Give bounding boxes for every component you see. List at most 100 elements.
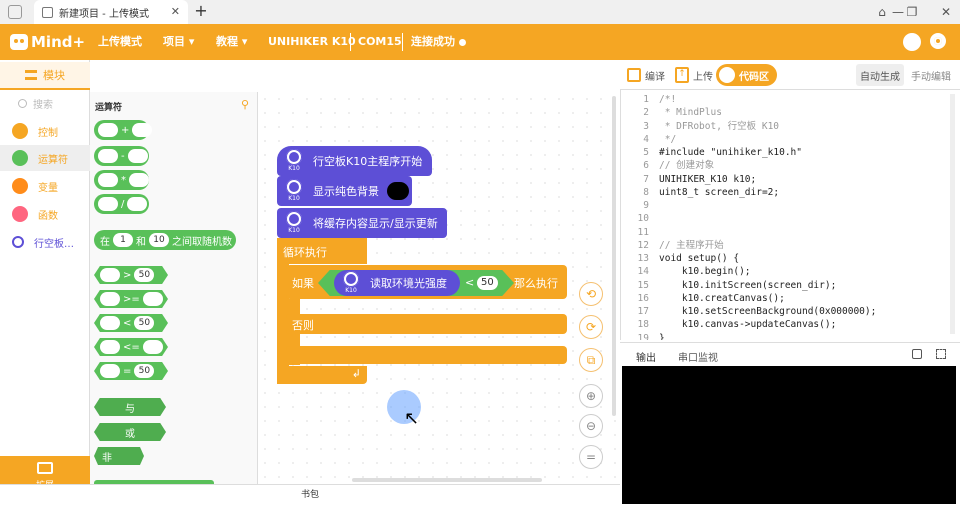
compile-button[interactable]: 编译 [627,64,665,86]
block-divide[interactable]: / [94,194,149,214]
block-greater-equal[interactable]: >= [94,290,168,308]
slot[interactable] [129,173,149,187]
code-line[interactable]: 10 [621,212,659,225]
slot[interactable] [100,340,120,354]
slot[interactable] [98,197,118,211]
auto-generate-toggle[interactable]: 自动生成 [856,64,904,86]
block-greater[interactable]: >50 [94,266,168,284]
slot[interactable] [100,268,120,282]
code-line[interactable]: 5 #include "unihiker_k10.h" [621,146,802,159]
code-line[interactable]: 13 void setup() { [621,252,740,265]
value-input[interactable]: 50 [134,268,155,282]
block-less-equal[interactable]: <= [94,338,168,356]
category-k10[interactable]: 行空板… [0,229,90,255]
lock-icon[interactable] [912,349,922,359]
category-search[interactable]: 搜索 [18,96,53,111]
block-read-light[interactable]: K10 读取环境光强度 [334,270,460,296]
output-terminal[interactable] [622,366,956,504]
color-picker-swatch[interactable] [387,182,409,200]
zoom-out-button[interactable]: ⊖ [579,414,603,438]
code-line[interactable]: 2 * MindPlus [621,106,722,119]
tab-blocks[interactable]: 模块 [0,62,90,90]
menu-port[interactable]: COM15 [358,24,402,60]
menu-tutorial[interactable]: 教程 ▾ [216,24,247,60]
browser-tab[interactable]: 新建项目 - 上传模式 ✕ [34,0,188,24]
block-show-bg-color[interactable]: K10 显示纯色背景 [277,176,412,206]
zoom-reset-button[interactable]: = [579,445,603,469]
workspace-vscroll[interactable] [612,96,616,416]
random-max-input[interactable]: 10 [149,233,169,247]
code-line[interactable]: 18 k10.canvas->updateCanvas(); [621,318,837,331]
code-line[interactable]: 12 // 主程序开始 [621,239,724,252]
code-editor[interactable]: 1/*! 2 * MindPlus 3 * DFRobot, 行空板 K10 4 */… [620,90,960,340]
upload-button[interactable]: ↑ 上传 [675,64,713,86]
tab-output[interactable]: 输出 [636,349,656,364]
compare-value-input[interactable]: 50 [477,276,498,290]
block-or[interactable]: 或 [94,423,166,441]
code-line[interactable]: 4 */ [621,133,676,146]
tab-code-area[interactable]: 代码区 [716,64,777,86]
code-line[interactable]: 6 // 创建对象 [621,159,714,172]
category-functions[interactable]: 函数 [0,201,90,227]
value-input[interactable] [142,340,163,354]
close-window-button[interactable]: ✕ [936,2,956,22]
block-add[interactable]: + [94,120,153,140]
value-input[interactable]: 50 [134,364,155,378]
block-subtract[interactable]: - [94,146,149,166]
robot-icon[interactable] [903,33,921,51]
block-multiply[interactable]: * [94,170,149,190]
new-tab-button[interactable]: + [192,2,210,20]
block-show-cache[interactable]: K10 将缓存内容显示/显示更新 [277,208,447,238]
slot[interactable] [100,364,120,378]
value-input[interactable]: 50 [134,316,155,330]
block-equal[interactable]: = 50 [94,362,168,380]
block-forever[interactable]: 循环执行 [277,238,367,264]
code-line[interactable]: 11 [621,226,659,239]
backpack-bar[interactable]: 书包 [0,484,620,504]
block-less[interactable]: <50 [94,314,168,332]
category-variables[interactable]: 变量 [0,173,90,199]
value-input[interactable] [142,292,163,306]
block-k10-main-start[interactable]: K10 行空板K10主程序开始 [277,146,432,176]
code-line[interactable]: 14 k10.begin(); [621,265,751,278]
block-and[interactable]: 与 [94,398,166,416]
random-min-input[interactable]: 1 [113,233,133,247]
block-random[interactable]: 在 1 和 10 之间取随机数 [94,230,236,250]
code-line[interactable]: 15 k10.initScreen(screen_dir); [621,279,837,292]
code-line[interactable]: 9 [621,199,659,212]
maximize-button[interactable]: ❐ [902,2,922,22]
redo-button[interactable]: ⟳ [579,315,603,339]
slot[interactable] [98,123,118,137]
browser-menu-icon[interactable] [8,5,22,19]
close-tab-icon[interactable]: ✕ [171,5,180,18]
workspace-hscroll[interactable] [352,478,542,482]
code-line[interactable]: 19} [621,332,665,341]
block-not[interactable]: 非 [94,447,144,465]
menu-connection-status[interactable]: 连接成功 [411,24,466,60]
code-line[interactable]: 7 UNIHIKER_K10 k10; [621,173,756,186]
code-line[interactable]: 17 k10.setScreenBackground(0x000000); [621,305,877,318]
pin-icon[interactable]: ⚲ [241,98,249,111]
menu-project[interactable]: 项目 ▾ [163,24,194,60]
undo-button[interactable]: ⟲ [579,282,603,306]
code-line[interactable]: 1 /*! [621,93,676,106]
expand-icon[interactable] [936,349,946,359]
tab-serial-monitor[interactable]: 串口监视 [678,349,718,364]
slot[interactable] [98,173,118,187]
category-control[interactable]: 控制 [0,118,90,144]
slot[interactable] [127,149,148,163]
slot[interactable] [98,149,118,163]
menu-device[interactable]: UNIHIKER K10 [268,24,356,60]
manual-edit-toggle[interactable]: 手动编辑 [908,64,954,86]
slot[interactable] [127,197,148,211]
menu-upload-mode[interactable]: 上传模式 [98,24,142,60]
category-operators[interactable]: 运算符 [0,145,90,171]
gear-icon[interactable] [930,33,946,49]
screenshot-button[interactable]: ⧉ [579,348,603,372]
code-line[interactable]: 16 k10.creatCanvas(); [621,292,785,305]
code-line[interactable]: 8 uint8_t screen_dir=2; [621,186,779,199]
code-line[interactable]: 3 * DFRobot, 行空板 K10 [621,120,779,133]
slot[interactable] [100,292,120,306]
slot[interactable] [132,123,153,137]
slot[interactable] [100,316,120,330]
